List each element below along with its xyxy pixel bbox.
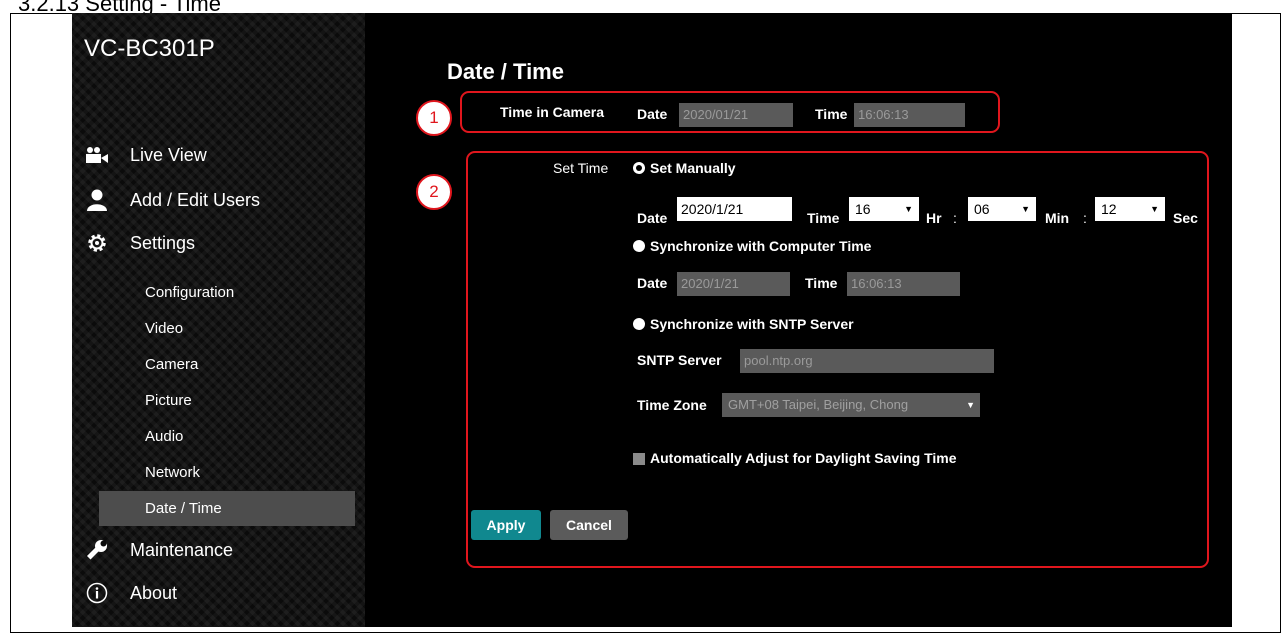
set-time-label: Set Time <box>553 160 609 176</box>
manual-date-label: Date <box>637 210 668 226</box>
model-name: VC-BC301P <box>84 35 215 62</box>
second-select[interactable]: 12 ▼ <box>1095 197 1165 221</box>
hr-label: Hr <box>926 210 942 226</box>
nav-item-label: Maintenance <box>130 539 234 560</box>
page-title: Date / Time <box>447 59 564 84</box>
nav-item-maintenance[interactable]: Maintenance <box>84 539 233 561</box>
camera-date-label: Date <box>637 106 668 122</box>
sync-computer-radio[interactable] <box>633 240 645 252</box>
minute-select[interactable]: 06 ▼ <box>968 197 1036 221</box>
time-zone-select[interactable]: GMT+08 Taipei, Beijing, Chong ▼ <box>722 393 980 417</box>
info-icon <box>84 582 110 604</box>
sync-computer-label: Synchronize with Computer Time <box>650 238 872 254</box>
min-label: Min <box>1045 210 1070 226</box>
callout-badge-1: 1 <box>416 100 452 136</box>
second-value: 12 <box>1101 201 1117 217</box>
set-manually-label: Set Manually <box>650 160 736 176</box>
sidebar-item-audio[interactable]: Audio <box>99 419 355 454</box>
sidebar-item-video[interactable]: Video <box>99 311 355 346</box>
sec-label: Sec <box>1173 210 1198 226</box>
sidebar-item-date-time[interactable]: Date / Time <box>99 491 355 526</box>
nav-item-label: About <box>130 582 178 603</box>
dst-checkbox[interactable] <box>633 453 645 465</box>
dst-label: Automatically Adjust for Daylight Saving… <box>650 450 957 466</box>
camera-time-field: 16:06:13 <box>854 103 965 127</box>
hour-value: 16 <box>855 201 871 217</box>
cancel-button[interactable]: Cancel <box>550 510 628 540</box>
manual-date-input[interactable]: 2020/1/21 <box>677 197 792 221</box>
apply-button[interactable]: Apply <box>471 510 541 540</box>
sntp-server-field: pool.ntp.org <box>740 349 994 373</box>
nav-item-settings[interactable]: Settings <box>84 232 195 254</box>
sidebar-item-configuration[interactable]: Configuration <box>99 275 355 310</box>
callout-badge-2: 2 <box>416 174 452 210</box>
sntp-server-label: SNTP Server <box>637 352 722 368</box>
set-manually-radio[interactable] <box>633 162 645 174</box>
video-camera-icon <box>84 144 110 166</box>
sync-sntp-label: Synchronize with SNTP Server <box>650 316 854 332</box>
computer-time-label: Time <box>805 275 838 291</box>
sidebar-item-camera[interactable]: Camera <box>99 347 355 382</box>
nav-item-label: Live View <box>130 144 207 165</box>
computer-time-field: 16:06:13 <box>847 272 960 296</box>
nav-item-label: Settings <box>130 232 196 253</box>
sidebar-item-network[interactable]: Network <box>99 455 355 490</box>
sidebar-item-picture[interactable]: Picture <box>99 383 355 418</box>
dropdown-caret-icon: ▼ <box>904 204 913 214</box>
dropdown-caret-icon: ▼ <box>1150 204 1159 214</box>
camera-web-ui: VC-BC301P Live View Add / Edit Users Set… <box>72 13 1232 627</box>
nav-item-about[interactable]: About <box>84 582 177 604</box>
main-content: Date / Time 1 Time in Camera Date 2020/0… <box>365 13 1232 627</box>
dropdown-caret-icon: ▼ <box>966 400 975 410</box>
camera-time-label: Time <box>815 106 848 122</box>
time-separator: : <box>1083 210 1087 226</box>
time-in-camera-label: Time in Camera <box>500 104 605 120</box>
manual-time-label: Time <box>807 210 840 226</box>
computer-date-label: Date <box>637 275 668 291</box>
sidebar: VC-BC301P Live View Add / Edit Users Set… <box>72 13 365 627</box>
nav-item-live-view[interactable]: Live View <box>84 144 207 166</box>
nav-item-add-edit-users[interactable]: Add / Edit Users <box>84 189 260 211</box>
gear-icon <box>84 232 110 254</box>
dropdown-caret-icon: ▼ <box>1021 204 1030 214</box>
computer-date-field: 2020/1/21 <box>677 272 790 296</box>
time-separator: : <box>953 210 957 226</box>
time-zone-value: GMT+08 Taipei, Beijing, Chong <box>728 397 909 412</box>
sync-sntp-radio[interactable] <box>633 318 645 330</box>
time-zone-label: Time Zone <box>637 397 707 413</box>
nav-item-label: Add / Edit Users <box>130 189 261 210</box>
camera-date-field: 2020/01/21 <box>679 103 793 127</box>
wrench-icon <box>84 539 110 561</box>
hour-select[interactable]: 16 ▼ <box>849 197 919 221</box>
user-icon <box>84 189 110 211</box>
minute-value: 06 <box>974 201 990 217</box>
